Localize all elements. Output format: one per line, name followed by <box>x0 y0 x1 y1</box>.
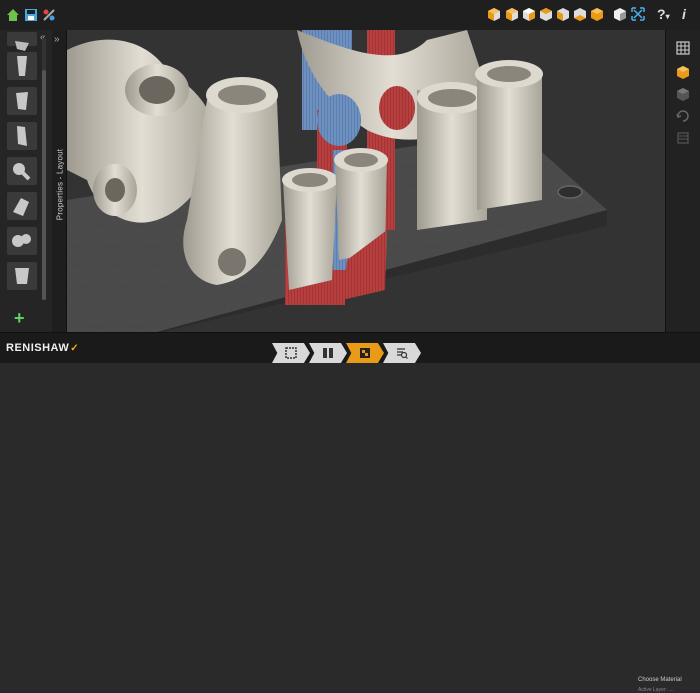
save-icon[interactable] <box>23 7 39 23</box>
3d-viewport[interactable] <box>67 30 665 332</box>
workflow-step-layout[interactable] <box>346 343 384 363</box>
status-subtext: Active Layer: .... <box>638 687 674 693</box>
part-thumbnail[interactable] <box>7 227 37 255</box>
rotate-icon[interactable] <box>675 108 691 124</box>
part-thumbnail[interactable] <box>7 52 37 80</box>
part-tube-far <box>477 70 542 210</box>
view-right-icon[interactable] <box>539 7 553 21</box>
part-thumbnail[interactable] <box>7 32 37 51</box>
grid-view-icon[interactable] <box>675 40 691 56</box>
view-front-icon[interactable] <box>487 7 501 21</box>
workflow-step-parts[interactable] <box>309 343 347 363</box>
info-button[interactable]: i <box>682 6 686 22</box>
build-area-icon <box>285 347 297 359</box>
view-back-icon[interactable] <box>505 7 519 21</box>
part-thumbnail[interactable] <box>7 157 37 185</box>
part-thumbnail[interactable] <box>7 192 37 220</box>
cube-iso-icon[interactable] <box>613 7 627 21</box>
part-tube-front <box>283 180 337 290</box>
properties-layout-label: Properties - Layout <box>55 148 65 221</box>
top-toolbar: ?▾ i <box>0 0 700 31</box>
tools-icon[interactable] <box>41 7 57 23</box>
right-toolbar <box>665 30 700 332</box>
fit-view-icon[interactable] <box>631 7 645 21</box>
help-button[interactable]: ?▾ <box>657 6 670 22</box>
layout-icon <box>360 348 370 358</box>
parts-panel: « + <box>0 30 53 332</box>
view-bottom-icon[interactable] <box>573 7 587 21</box>
layers-icon[interactable] <box>675 130 691 146</box>
status-text: Choose Material <box>638 677 682 683</box>
add-part-button[interactable]: + <box>14 308 25 329</box>
workflow-step-review[interactable] <box>383 343 421 363</box>
expand-properties-button[interactable]: » <box>54 34 60 45</box>
properties-tab[interactable]: » Properties - Layout <box>52 30 67 332</box>
orange-cube-icon[interactable] <box>675 64 691 80</box>
part-thumbnail[interactable] <box>7 262 37 290</box>
part-thumbnail[interactable] <box>7 122 37 150</box>
renishaw-logo: RENISHAW✓ <box>6 342 80 354</box>
view-left-icon[interactable] <box>522 7 536 21</box>
view-top-icon[interactable] <box>556 7 570 21</box>
home-icon[interactable] <box>5 7 21 23</box>
parts-scrollbar-thumb[interactable] <box>42 70 46 300</box>
gray-cube-icon[interactable] <box>675 86 691 102</box>
review-icon <box>397 348 408 359</box>
view-iso-icon[interactable] <box>590 7 604 21</box>
build-plate-scene <box>67 30 665 332</box>
part-thumbnail[interactable] <box>7 87 37 115</box>
workflow-step-build-area[interactable] <box>272 343 310 363</box>
plate-bolt-hole <box>557 185 583 199</box>
parts-icon <box>323 348 333 358</box>
